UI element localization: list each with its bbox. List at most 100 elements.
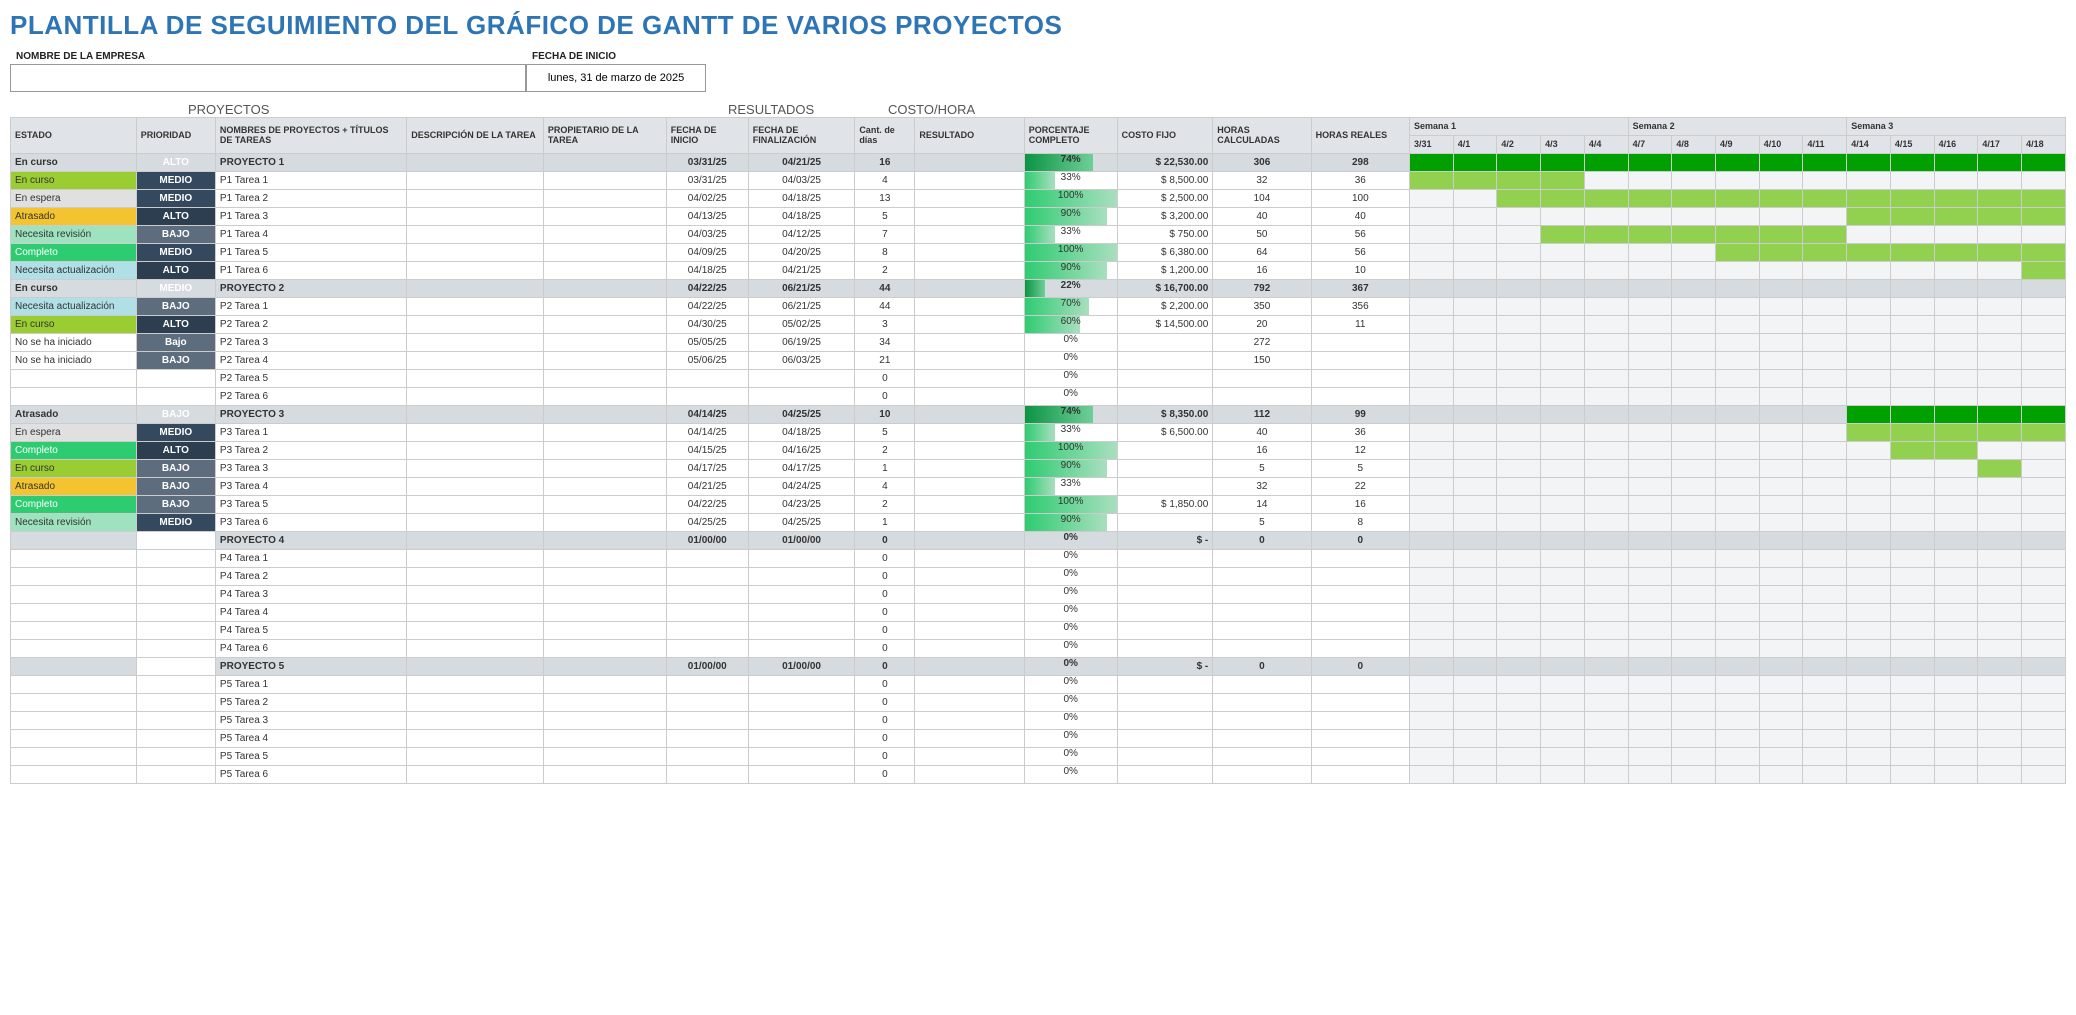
- end-cell[interactable]: 04/25/25: [748, 514, 855, 532]
- hcalc-cell[interactable]: 306: [1213, 154, 1311, 172]
- hcalc-cell[interactable]: 104: [1213, 190, 1311, 208]
- start-cell[interactable]: 03/31/25: [666, 154, 748, 172]
- days-cell[interactable]: 0: [855, 676, 915, 694]
- start-cell[interactable]: [666, 730, 748, 748]
- days-cell[interactable]: 8: [855, 244, 915, 262]
- hcalc-cell[interactable]: [1213, 388, 1311, 406]
- desc-cell[interactable]: [407, 514, 544, 532]
- priority-cell[interactable]: BAJO: [136, 406, 215, 424]
- name-cell[interactable]: P1 Tarea 2: [215, 190, 406, 208]
- end-cell[interactable]: 05/02/25: [748, 316, 855, 334]
- result-cell[interactable]: [915, 172, 1024, 190]
- pct-cell[interactable]: 90%: [1024, 262, 1117, 280]
- owner-cell[interactable]: [543, 370, 666, 388]
- priority-cell[interactable]: BAJO: [136, 352, 215, 370]
- cost-cell[interactable]: [1117, 460, 1213, 478]
- priority-cell[interactable]: [136, 694, 215, 712]
- hreal-cell[interactable]: [1311, 694, 1409, 712]
- status-cell[interactable]: En espera: [11, 424, 137, 442]
- hcalc-cell[interactable]: [1213, 712, 1311, 730]
- status-cell[interactable]: Completo: [11, 442, 137, 460]
- status-cell[interactable]: Necesita revisión: [11, 226, 137, 244]
- project-row[interactable]: PROYECTO 401/00/0001/00/0000%$ -00: [11, 532, 2066, 550]
- hreal-cell[interactable]: [1311, 640, 1409, 658]
- status-cell[interactable]: Atrasado: [11, 208, 137, 226]
- status-cell[interactable]: Completo: [11, 496, 137, 514]
- priority-cell[interactable]: [136, 586, 215, 604]
- name-cell[interactable]: P2 Tarea 1: [215, 298, 406, 316]
- result-cell[interactable]: [915, 694, 1024, 712]
- status-cell[interactable]: [11, 586, 137, 604]
- start-cell[interactable]: 04/22/25: [666, 298, 748, 316]
- result-cell[interactable]: [915, 460, 1024, 478]
- desc-cell[interactable]: [407, 622, 544, 640]
- result-cell[interactable]: [915, 316, 1024, 334]
- desc-cell[interactable]: [407, 478, 544, 496]
- start-cell[interactable]: 04/22/25: [666, 496, 748, 514]
- hcalc-cell[interactable]: 792: [1213, 280, 1311, 298]
- desc-cell[interactable]: [407, 532, 544, 550]
- name-cell[interactable]: P5 Tarea 1: [215, 676, 406, 694]
- name-cell[interactable]: P3 Tarea 3: [215, 460, 406, 478]
- owner-cell[interactable]: [543, 622, 666, 640]
- end-cell[interactable]: [748, 550, 855, 568]
- hreal-cell[interactable]: 0: [1311, 658, 1409, 676]
- owner-cell[interactable]: [543, 640, 666, 658]
- owner-cell[interactable]: [543, 658, 666, 676]
- pct-cell[interactable]: 0%: [1024, 550, 1117, 568]
- result-cell[interactable]: [915, 442, 1024, 460]
- priority-cell[interactable]: MEDIO: [136, 514, 215, 532]
- result-cell[interactable]: [915, 244, 1024, 262]
- priority-cell[interactable]: MEDIO: [136, 424, 215, 442]
- task-row[interactable]: No se ha iniciadoBAJOP2 Tarea 405/06/250…: [11, 352, 2066, 370]
- owner-cell[interactable]: [543, 388, 666, 406]
- hreal-cell[interactable]: 56: [1311, 244, 1409, 262]
- owner-cell[interactable]: [543, 478, 666, 496]
- hreal-cell[interactable]: 5: [1311, 460, 1409, 478]
- name-cell[interactable]: P1 Tarea 4: [215, 226, 406, 244]
- cost-cell[interactable]: [1117, 694, 1213, 712]
- priority-cell[interactable]: Bajo: [136, 334, 215, 352]
- hcalc-cell[interactable]: 112: [1213, 406, 1311, 424]
- company-input[interactable]: [10, 64, 526, 92]
- task-row[interactable]: P5 Tarea 200%: [11, 694, 2066, 712]
- hreal-cell[interactable]: [1311, 370, 1409, 388]
- hcalc-cell[interactable]: [1213, 550, 1311, 568]
- owner-cell[interactable]: [543, 550, 666, 568]
- days-cell[interactable]: 5: [855, 424, 915, 442]
- days-cell[interactable]: 21: [855, 352, 915, 370]
- cost-cell[interactable]: $ -: [1117, 658, 1213, 676]
- result-cell[interactable]: [915, 658, 1024, 676]
- start-cell[interactable]: [666, 694, 748, 712]
- end-cell[interactable]: 04/24/25: [748, 478, 855, 496]
- desc-cell[interactable]: [407, 370, 544, 388]
- task-row[interactable]: Necesita revisiónMEDIOP3 Tarea 604/25/25…: [11, 514, 2066, 532]
- owner-cell[interactable]: [543, 712, 666, 730]
- status-cell[interactable]: [11, 694, 137, 712]
- name-cell[interactable]: P2 Tarea 4: [215, 352, 406, 370]
- task-row[interactable]: CompletoMEDIOP1 Tarea 504/09/2504/20/258…: [11, 244, 2066, 262]
- status-cell[interactable]: No se ha iniciado: [11, 334, 137, 352]
- hreal-cell[interactable]: 10: [1311, 262, 1409, 280]
- pct-cell[interactable]: 0%: [1024, 748, 1117, 766]
- task-row[interactable]: P5 Tarea 600%: [11, 766, 2066, 784]
- desc-cell[interactable]: [407, 766, 544, 784]
- hreal-cell[interactable]: 40: [1311, 208, 1409, 226]
- cost-cell[interactable]: [1117, 604, 1213, 622]
- start-cell[interactable]: 04/25/25: [666, 514, 748, 532]
- task-row[interactable]: En esperaMEDIOP3 Tarea 104/14/2504/18/25…: [11, 424, 2066, 442]
- task-row[interactable]: P5 Tarea 100%: [11, 676, 2066, 694]
- status-cell[interactable]: En curso: [11, 460, 137, 478]
- name-cell[interactable]: P2 Tarea 3: [215, 334, 406, 352]
- status-cell[interactable]: En curso: [11, 316, 137, 334]
- status-cell[interactable]: [11, 748, 137, 766]
- end-cell[interactable]: 04/25/25: [748, 406, 855, 424]
- start-cell[interactable]: 01/00/00: [666, 532, 748, 550]
- status-cell[interactable]: Atrasado: [11, 478, 137, 496]
- owner-cell[interactable]: [543, 406, 666, 424]
- start-cell[interactable]: 04/13/25: [666, 208, 748, 226]
- end-cell[interactable]: [748, 604, 855, 622]
- cost-cell[interactable]: $ 8,350.00: [1117, 406, 1213, 424]
- end-cell[interactable]: [748, 748, 855, 766]
- days-cell[interactable]: 44: [855, 280, 915, 298]
